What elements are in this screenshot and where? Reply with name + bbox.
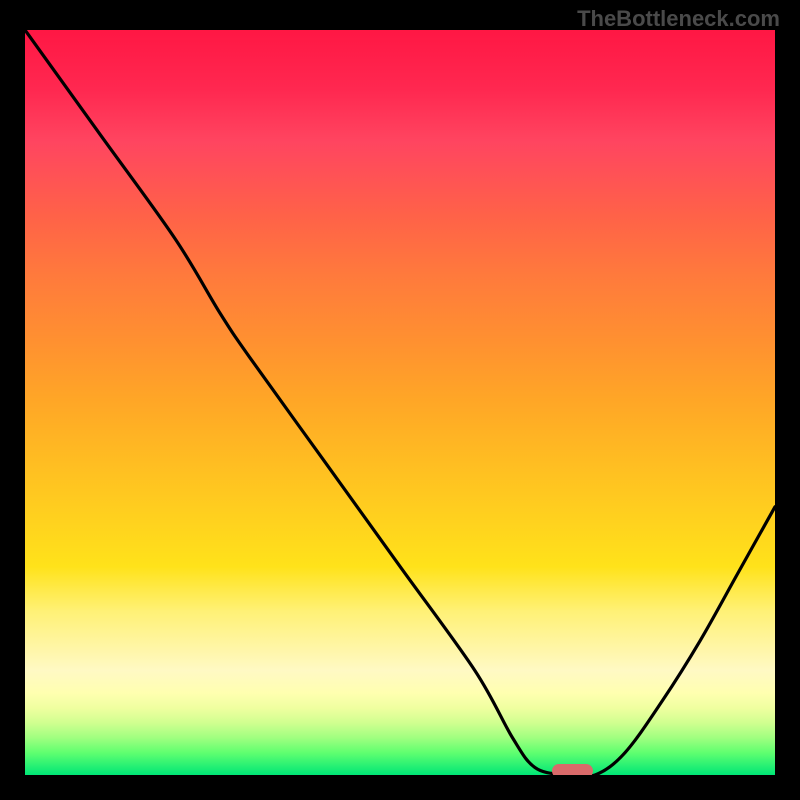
chart-container: TheBottleneck.com	[0, 0, 800, 800]
optimal-marker	[552, 764, 593, 775]
bottleneck-curve	[25, 30, 775, 775]
watermark-text: TheBottleneck.com	[577, 6, 780, 32]
plot-area	[25, 30, 775, 775]
curve-svg	[25, 30, 775, 775]
